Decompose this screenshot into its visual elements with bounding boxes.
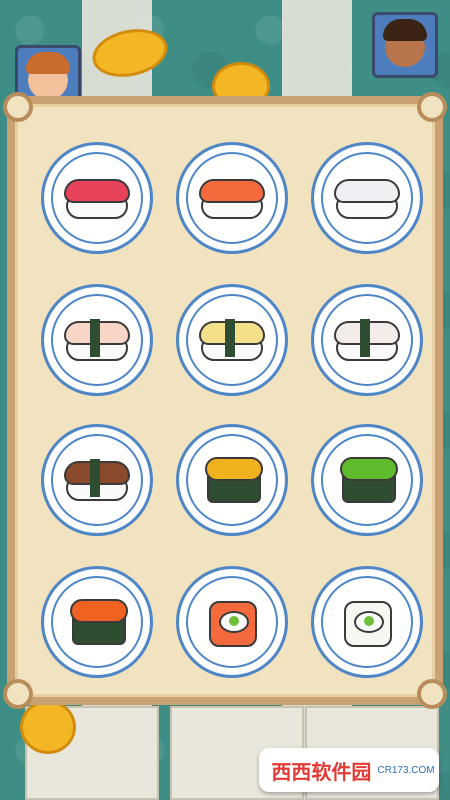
plate-salmon-roll[interactable] [176, 566, 288, 678]
customer-hair [383, 19, 427, 41]
eel-nigiri-icon [62, 455, 132, 505]
watermark-logo: 西西软件园 CR173.COM [259, 748, 439, 792]
plate-california-roll[interactable] [311, 566, 423, 678]
coin-icon [20, 700, 76, 754]
plate-eel-nigiri[interactable] [41, 424, 153, 536]
panel-corner-ornament [417, 679, 447, 709]
plate-tuna-nigiri[interactable] [41, 142, 153, 254]
plate-salmon-nigiri[interactable] [176, 142, 288, 254]
flatfish-nigiri-icon [332, 315, 402, 365]
panel-corner-ornament [417, 92, 447, 122]
plate-sea-urchin-gunkan[interactable] [176, 424, 288, 536]
plate-squid-nigiri[interactable] [311, 142, 423, 254]
panel-corner-ornament [3, 92, 33, 122]
sea-urchin-gunkan-icon [197, 455, 267, 505]
salmon-roe-gunkan-icon [62, 597, 132, 647]
plate-tamago-nigiri[interactable] [176, 284, 288, 396]
salmon-nigiri-icon [197, 173, 267, 223]
watermark-brand: 西西软件园 [271, 761, 372, 784]
california-roll-icon [332, 597, 402, 647]
sushi-selection-panel [3, 92, 447, 709]
customer-hair [26, 52, 70, 74]
salmon-roll-icon [197, 597, 267, 647]
watermark-sub: CR173.COM [377, 764, 435, 776]
panel-corner-ornament [3, 679, 33, 709]
tamago-nigiri-icon [197, 315, 267, 365]
customer-avatar [372, 12, 438, 78]
squid-nigiri-icon [332, 173, 402, 223]
seaweed-gunkan-icon [332, 455, 402, 505]
shrimp-nigiri-icon [62, 315, 132, 365]
plate-seaweed-gunkan[interactable] [311, 424, 423, 536]
plate-flatfish-nigiri[interactable] [311, 284, 423, 396]
sushi-grid [41, 142, 424, 682]
tuna-nigiri-icon [62, 173, 132, 223]
plate-salmon-roe-gunkan[interactable] [41, 566, 153, 678]
plate-shrimp-nigiri[interactable] [41, 284, 153, 396]
